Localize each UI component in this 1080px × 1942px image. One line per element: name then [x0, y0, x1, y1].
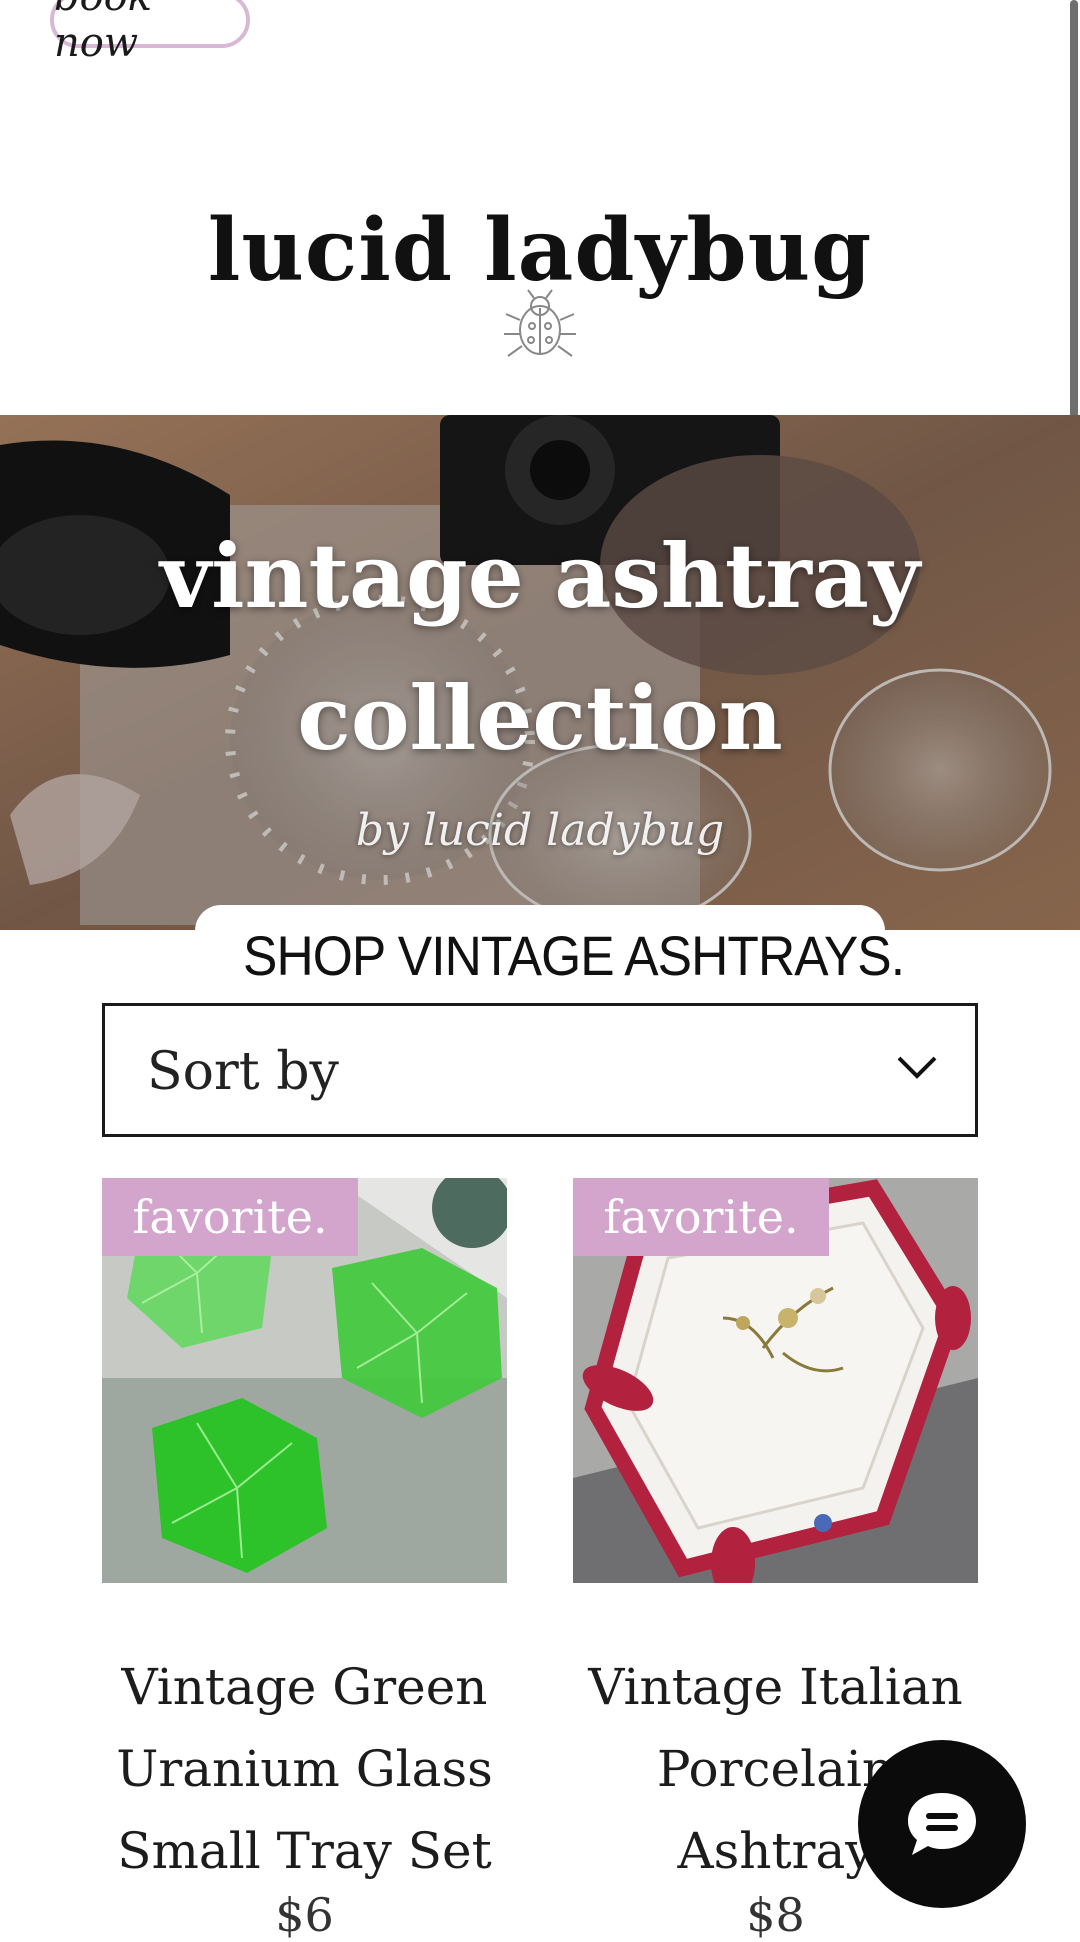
favorite-badge: favorite.: [102, 1178, 358, 1256]
chevron-down-icon: [897, 1056, 937, 1079]
chat-button[interactable]: [858, 1740, 1026, 1908]
product-image[interactable]: favorite.: [102, 1178, 507, 1583]
product-title-line: Vintage Italian: [588, 1658, 963, 1716]
hero-text: vintage ashtray collection by lucid lady…: [0, 415, 1080, 930]
sort-by-dropdown[interactable]: Sort by: [102, 1003, 978, 1137]
product-title[interactable]: Vintage Green Uranium Glass Small Tray S…: [82, 1646, 527, 1892]
shop-link-sticker[interactable]: SHOP VINTAGE ASHTRAYS.: [195, 905, 905, 1005]
ladybug-icon: [504, 289, 576, 357]
sort-by-label: Sort by: [147, 1042, 339, 1102]
product-price: $6: [275, 1888, 334, 1942]
hero-title-line1: vintage ashtray: [159, 524, 921, 628]
book-now-label: book now: [54, 0, 152, 66]
product-card[interactable]: favorite. Vintage Green Uranium Glass Sm…: [102, 1178, 507, 1942]
product-title-line: Uranium Glass: [116, 1740, 493, 1798]
sticker-label: SHOP VINTAGE ASHTRAYS.: [243, 923, 905, 987]
hero-subtitle: by lucid ladybug: [355, 805, 725, 856]
book-now-button[interactable]: book now: [50, 0, 250, 66]
favorite-badge: favorite.: [573, 1178, 829, 1256]
hero-title: vintage ashtray collection: [0, 505, 1080, 789]
hero-banner[interactable]: vintage ashtray collection by lucid lady…: [0, 415, 1080, 930]
product-title-line: Small Tray Set: [117, 1822, 492, 1880]
product-image[interactable]: favorite.: [573, 1178, 978, 1583]
favorite-badge-label: favorite.: [603, 1190, 799, 1244]
hero-title-line2: collection: [297, 666, 783, 770]
chat-icon: [908, 1793, 976, 1855]
favorite-badge-label: favorite.: [132, 1190, 328, 1244]
product-title-line: Vintage Green: [121, 1658, 488, 1716]
